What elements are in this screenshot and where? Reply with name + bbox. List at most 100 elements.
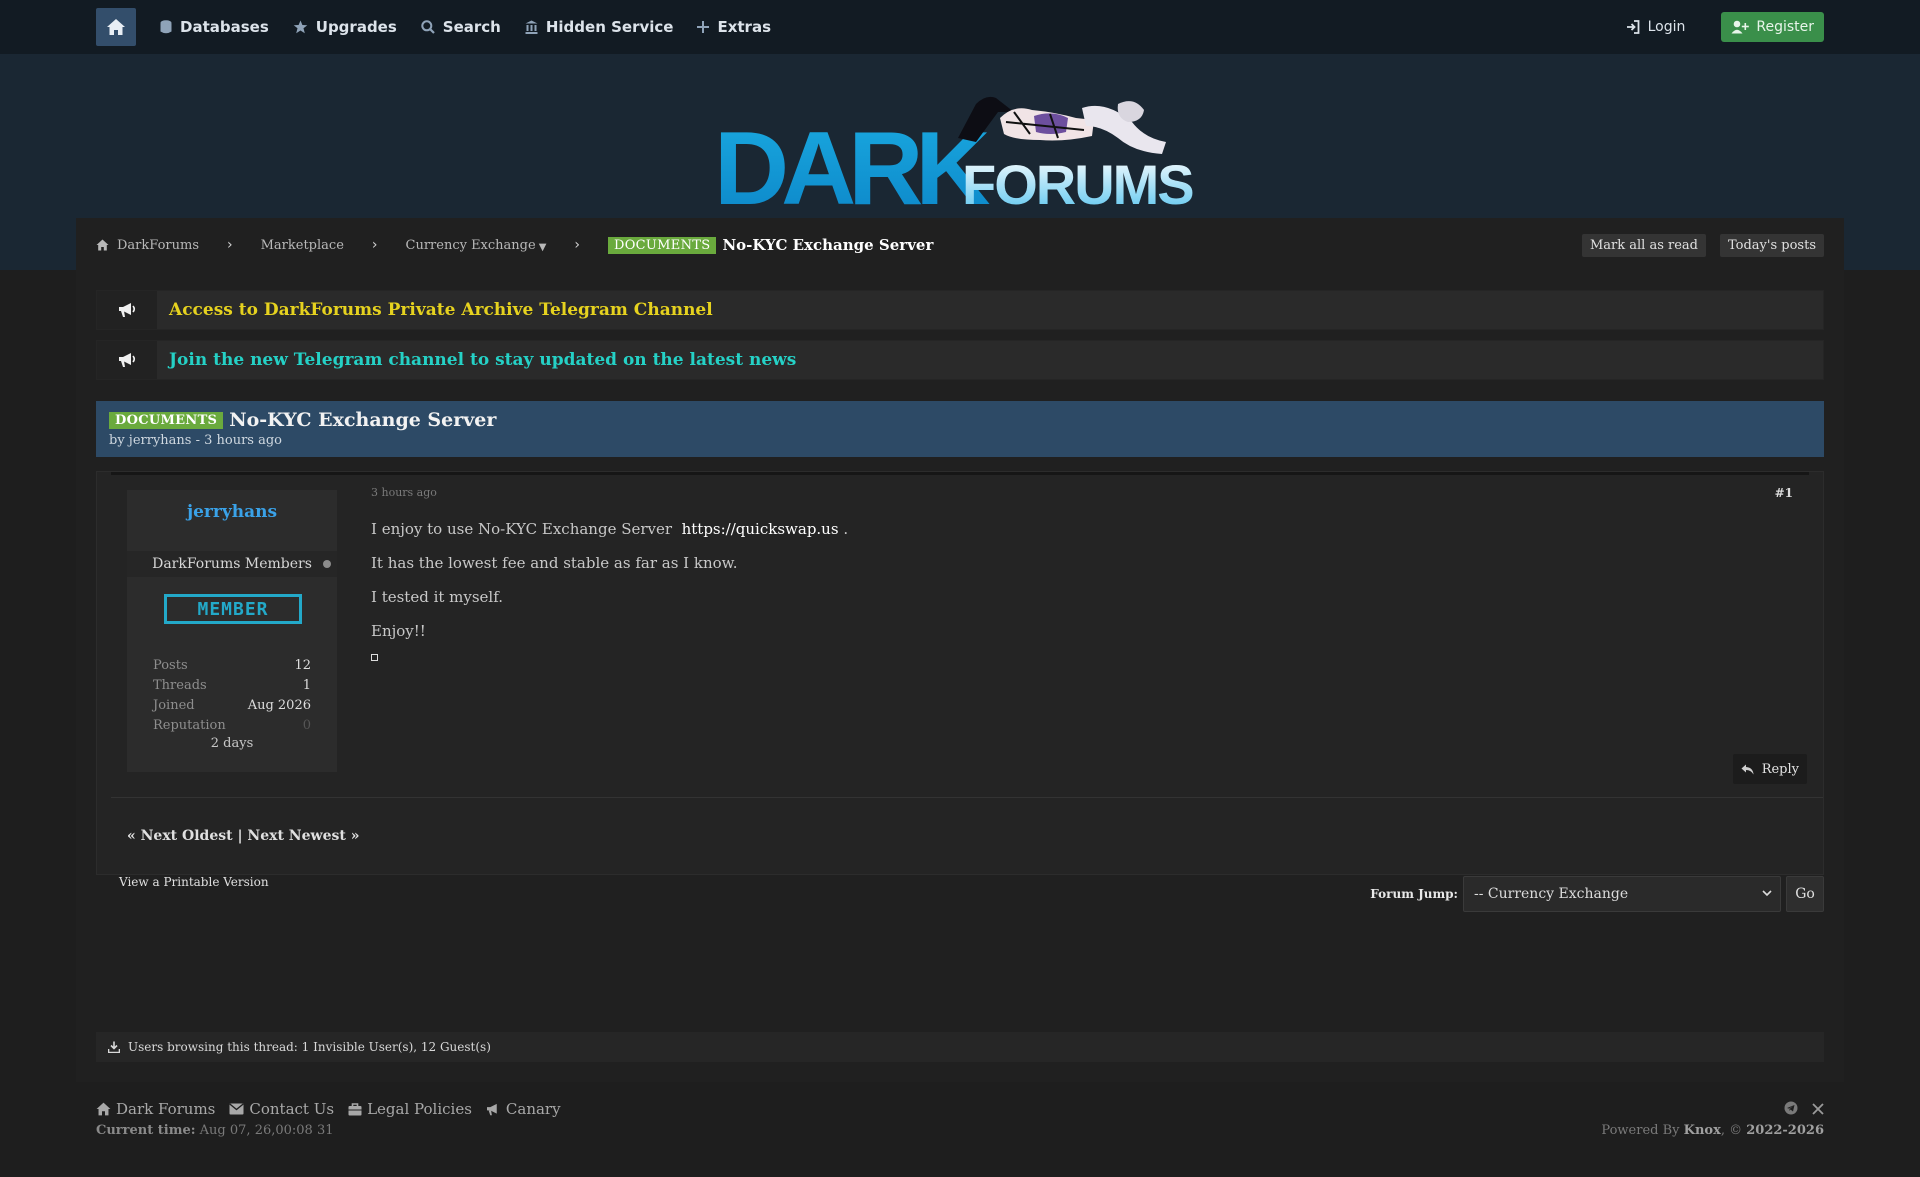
chevron-right-icon: ›	[371, 237, 378, 253]
divider	[111, 797, 1823, 798]
nav-hidden-service[interactable]: Hidden Service	[525, 18, 674, 36]
announcement-link[interactable]: Join the new Telegram channel to stay up…	[169, 350, 796, 370]
post-text: I enjoy to use No-KYC Exchange Server	[371, 520, 673, 538]
database-icon	[160, 20, 172, 34]
nav-extras[interactable]: Extras	[697, 18, 771, 36]
home-icon	[107, 19, 125, 35]
thread-pagination[interactable]: « Next Oldest | Next Newest »	[127, 828, 359, 844]
breadcrumb-home[interactable]: DarkForums	[96, 238, 199, 253]
megaphone-icon	[97, 291, 157, 329]
stat-key: Threads	[153, 678, 207, 693]
member-badge: MEMBER	[164, 594, 302, 624]
breadcrumb-currency-exchange[interactable]: Currency Exchange ▼	[405, 237, 547, 254]
forum-jump-select[interactable]: -- Currency Exchange	[1463, 876, 1781, 912]
svg-text:FORUMS: FORUMS	[962, 153, 1193, 212]
stat-row: Reputation 0	[153, 716, 311, 736]
stat-value: 1	[302, 678, 311, 693]
post-line: Enjoy!!	[371, 622, 426, 640]
stat-key: Reputation	[153, 718, 226, 733]
login-icon	[1626, 20, 1639, 34]
login-label: Login	[1647, 19, 1686, 35]
go-button[interactable]: Go	[1786, 876, 1824, 912]
announcement-bar: Access to DarkForums Private Archive Tel…	[96, 290, 1824, 330]
footer-link-contact[interactable]: Contact Us	[229, 1100, 334, 1118]
powered-by-sep: , ©	[1720, 1123, 1743, 1138]
nav-search[interactable]: Search	[421, 18, 501, 36]
announcement-bar: Join the new Telegram channel to stay up…	[96, 340, 1824, 380]
users-browsing-bar: Users browsing this thread: 1 Invisible …	[96, 1032, 1824, 1062]
powered-by-name[interactable]: Knox	[1684, 1123, 1721, 1138]
footer-link-dark-forums[interactable]: Dark Forums	[96, 1100, 215, 1118]
reply-icon	[1741, 764, 1754, 774]
stat-key: Joined	[153, 698, 195, 713]
stat-row: Joined Aug 2026	[153, 696, 311, 716]
author-panel: jerryhans DarkForums Members MEMBER Post…	[127, 490, 337, 772]
megaphone-icon	[97, 341, 157, 379]
plus-icon	[697, 21, 710, 33]
printable-version-link[interactable]: View a Printable Version	[119, 875, 269, 889]
top-navbar: Databases Upgrades Search Hidden Service…	[0, 0, 1920, 54]
footer-link-label: Canary	[505, 1100, 561, 1118]
todays-posts-button[interactable]: Today's posts	[1720, 233, 1824, 257]
home-button[interactable]	[96, 8, 136, 46]
thread-header: DOCUMENTS No-KYC Exchange Server by jerr…	[96, 401, 1824, 457]
x-twitter-icon[interactable]	[1812, 1100, 1824, 1119]
forum-jump: Forum Jump: -- Currency Exchange Go	[1370, 876, 1824, 912]
forum-jump-selected: -- Currency Exchange	[1474, 886, 1629, 902]
powered-by: Powered By Knox, © 2022-2026	[1601, 1123, 1824, 1138]
breadcrumb-marketplace-label: Marketplace	[260, 237, 344, 253]
login-link[interactable]: Login	[1626, 19, 1686, 35]
content-wrapper: DarkForums › Marketplace › Currency Exch…	[76, 218, 1844, 1082]
svg-text:DARK: DARK	[714, 111, 990, 212]
site-footer: Dark Forums Contact Us Legal Policies Ca…	[96, 1100, 1824, 1160]
thread-title: No-KYC Exchange Server	[229, 409, 497, 431]
chevron-right-icon: ›	[574, 237, 580, 253]
envelope-icon	[229, 1103, 245, 1115]
breadcrumb-home-label: DarkForums	[117, 237, 199, 253]
mark-all-read-button[interactable]: Mark all as read	[1581, 233, 1706, 257]
forum-jump-label: Forum Jump:	[1370, 887, 1458, 901]
star-icon	[293, 20, 308, 34]
telegram-icon[interactable]	[1784, 1100, 1798, 1119]
stat-value[interactable]: 0	[303, 716, 311, 736]
post-date: 3 hours ago	[371, 486, 437, 499]
post-number-link[interactable]: #1	[1775, 486, 1793, 500]
offline-status-icon	[323, 560, 331, 568]
users-browsing-text: Users browsing this thread: 1 Invisible …	[128, 1040, 491, 1054]
breadcrumb-current-thread: DOCUMENTS No-KYC Exchange Server	[608, 236, 933, 254]
online-time: 2 days	[210, 736, 254, 751]
register-button[interactable]: Register	[1721, 12, 1824, 42]
reply-button[interactable]: Reply	[1732, 754, 1807, 784]
footer-link-canary[interactable]: Canary	[486, 1100, 561, 1118]
announcement-link[interactable]: Access to DarkForums Private Archive Tel…	[169, 300, 713, 320]
author-name[interactable]: jerryhans	[127, 502, 337, 522]
site-logo[interactable]: DARK FORUMS	[714, 82, 1204, 212]
post-line: I tested it myself.	[371, 588, 504, 606]
breadcrumb-marketplace[interactable]: Marketplace	[261, 238, 344, 253]
footer-link-legal[interactable]: Legal Policies	[348, 1100, 472, 1118]
powered-by-prefix: Powered By	[1601, 1123, 1680, 1138]
nav-databases[interactable]: Databases	[160, 18, 269, 36]
footer-link-label: Contact Us	[249, 1100, 335, 1118]
building-icon	[525, 20, 538, 34]
nav-hidden-service-label: Hidden Service	[545, 18, 674, 36]
search-icon	[421, 20, 435, 34]
author-stats: Posts 12 Threads 1 Joined Aug 2026 Reputati…	[153, 656, 311, 751]
footer-link-label: Dark Forums	[116, 1100, 216, 1118]
copyright-years: 2022-2026	[1746, 1123, 1824, 1138]
nav-upgrades[interactable]: Upgrades	[293, 18, 397, 36]
post: jerryhans DarkForums Members MEMBER Post…	[96, 471, 1824, 875]
caret-down-icon[interactable]: ▼	[539, 242, 547, 253]
breadcrumb-currency-exchange-label: Currency Exchange	[405, 237, 536, 253]
current-time-value: Aug 07, 26,00:08 31	[199, 1123, 334, 1138]
stat-key: Posts	[153, 658, 188, 673]
divider	[111, 472, 1809, 475]
breadcrumb-thread-title: No-KYC Exchange Server	[722, 236, 934, 254]
nav-extras-label: Extras	[717, 18, 772, 36]
nav-search-label: Search	[442, 18, 501, 36]
post-link[interactable]: https://quickswap.us	[682, 520, 839, 538]
register-label: Register	[1756, 19, 1814, 35]
thread-prefix-badge: DOCUMENTS	[608, 236, 717, 254]
home-icon	[96, 239, 109, 251]
footer-link-label: Legal Policies	[367, 1100, 472, 1118]
